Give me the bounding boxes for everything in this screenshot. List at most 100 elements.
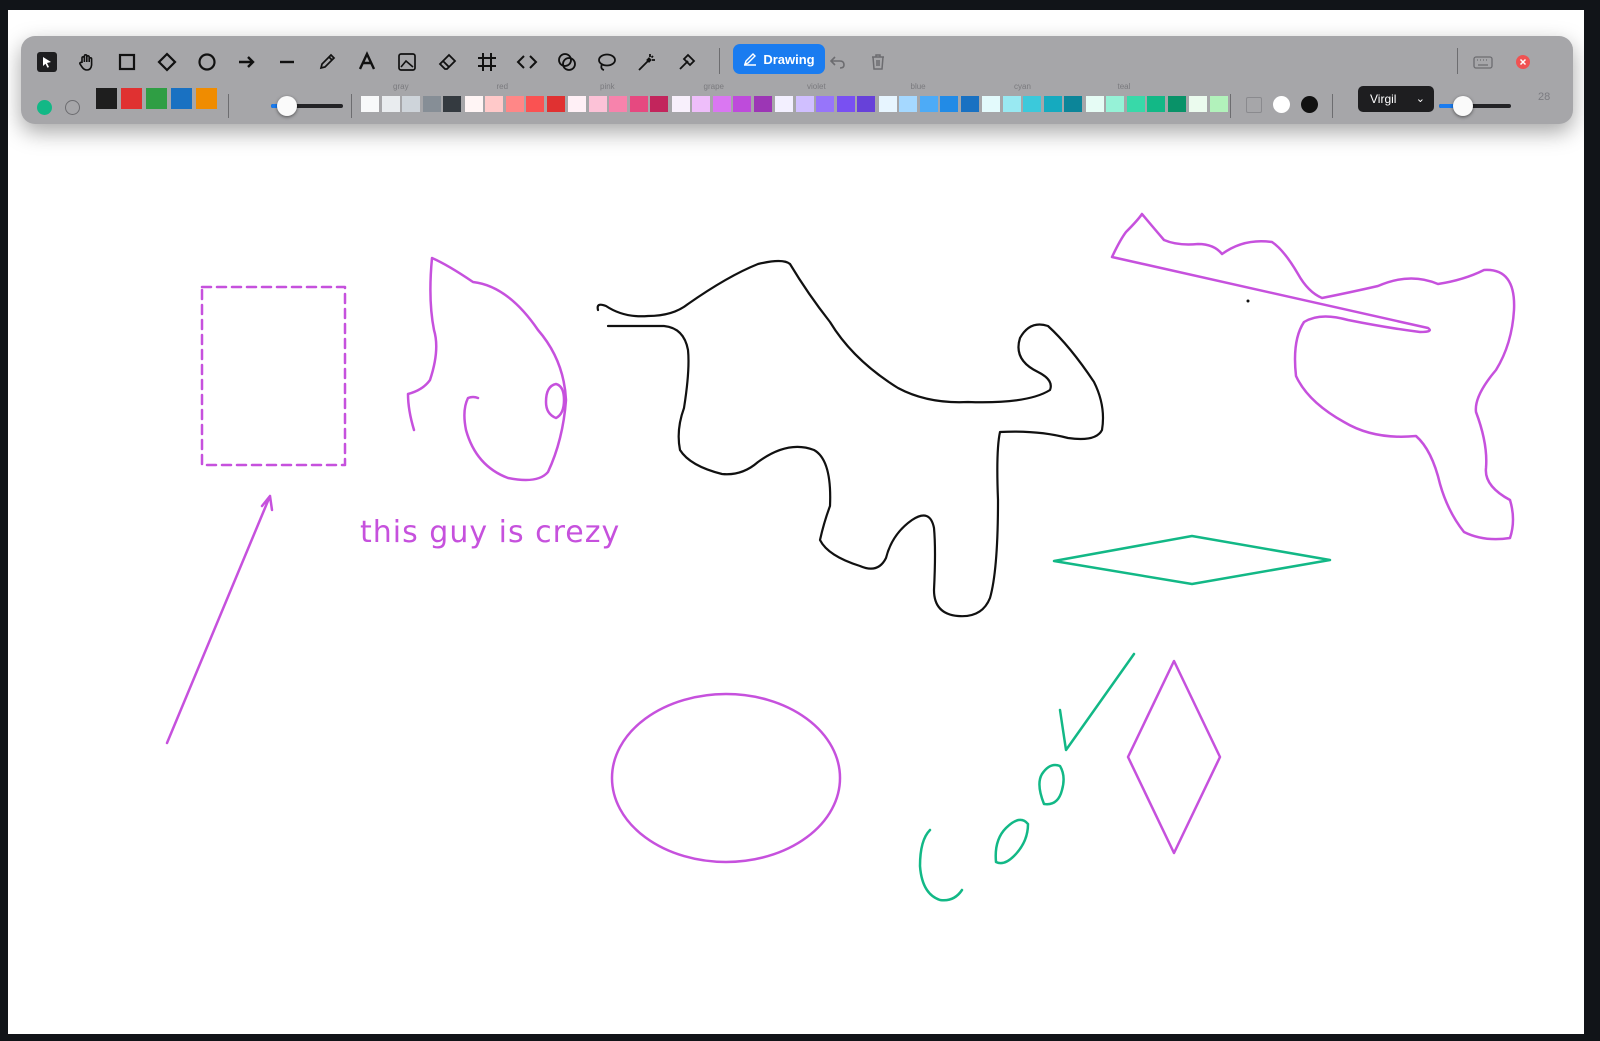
pen-icon [744, 53, 757, 66]
palette-color-swatch[interactable] [1043, 96, 1062, 112]
palette-color-swatch[interactable] [361, 96, 379, 112]
delete-button[interactable] [865, 49, 891, 75]
green-handwriting-o1[interactable] [994, 818, 1030, 865]
purple-diamond-shape[interactable] [1126, 659, 1222, 855]
freehand-blob-shape[interactable] [1110, 212, 1516, 541]
background-color-indicator[interactable] [65, 100, 80, 115]
green-diamond-shape[interactable] [1052, 534, 1332, 586]
eraser-tool-button[interactable] [434, 49, 460, 75]
palette-color-swatch[interactable] [485, 96, 503, 112]
freehand-animal-shape[interactable] [596, 259, 1105, 618]
palette-color-swatch[interactable] [1167, 96, 1186, 112]
image-tool-button[interactable] [394, 49, 420, 75]
green-handwriting-c[interactable] [918, 828, 964, 902]
fill-white-option[interactable] [1273, 96, 1290, 113]
primary-color-swatch[interactable] [96, 88, 117, 109]
drawing-canvas[interactable]: this guy is crezy [8, 10, 1584, 1034]
magic-tool-button[interactable] [634, 49, 660, 75]
palette-color-swatch[interactable] [960, 96, 979, 112]
palette-color-swatch[interactable] [526, 96, 544, 112]
fill-black-option[interactable] [1301, 96, 1318, 113]
diamond-tool-button[interactable] [154, 49, 180, 75]
palette-color-swatch[interactable] [733, 96, 751, 112]
palette-color-swatch[interactable] [671, 96, 690, 112]
palette-color-swatch[interactable] [1147, 96, 1165, 112]
palette-color-swatch[interactable] [1023, 96, 1041, 112]
primary-color-swatch[interactable] [196, 88, 217, 109]
undo-button[interactable] [825, 49, 851, 75]
primary-color-swatch[interactable] [171, 88, 192, 109]
palette-color-swatch[interactable] [464, 96, 483, 112]
palette-color-swatch[interactable] [878, 96, 897, 112]
keyboard-button[interactable] [1470, 49, 1496, 75]
palette-color-swatch[interactable] [940, 96, 958, 112]
drawing-mode-button[interactable]: Drawing [733, 44, 825, 74]
fill-none-option[interactable] [1246, 97, 1262, 113]
arrow-tool-button[interactable] [234, 49, 260, 75]
laser-icon [679, 53, 696, 70]
rectangle-tool-button[interactable] [114, 49, 140, 75]
palette-color-swatch[interactable] [1126, 96, 1145, 112]
palette-color-swatch[interactable] [568, 96, 586, 112]
palette-color-swatch[interactable] [692, 96, 710, 112]
palette-color-swatch[interactable] [443, 96, 461, 112]
palette-color-swatch[interactable] [381, 96, 400, 112]
close-icon [1516, 55, 1530, 69]
pencil-tool-button[interactable] [314, 49, 340, 75]
frame-tool-button[interactable] [474, 49, 500, 75]
palette-color-swatch[interactable] [982, 96, 1000, 112]
text-tool-button[interactable] [354, 49, 380, 75]
style-row: gray red pink grape violet blue cyan teal [21, 82, 1573, 124]
green-handwriting-o2[interactable] [1038, 763, 1065, 806]
stroke-color-indicator[interactable] [37, 100, 52, 115]
green-handwriting-check[interactable] [1058, 652, 1136, 752]
primary-color-swatch[interactable] [121, 88, 142, 109]
palette-color-swatch[interactable] [629, 96, 648, 112]
stroke-width-slider-knob[interactable] [277, 96, 297, 116]
freehand-squiggle-shape[interactable] [406, 256, 568, 482]
embed-tool-button[interactable] [514, 49, 540, 75]
palette-color-swatch[interactable] [816, 96, 834, 112]
palette-color-swatch[interactable] [1209, 96, 1228, 112]
select-tool-button[interactable] [34, 49, 60, 75]
ellipse-shape[interactable] [610, 692, 842, 864]
palette-color-swatch[interactable] [899, 96, 917, 112]
shapes-tool-button[interactable] [554, 49, 580, 75]
font-family-select[interactable]: Virgil ⌄ [1358, 86, 1434, 112]
separator [1332, 94, 1333, 118]
laser-tool-button[interactable] [674, 49, 700, 75]
hand-tool-button[interactable] [74, 49, 100, 75]
palette-color-swatch[interactable] [609, 96, 627, 112]
lasso-tool-button[interactable] [594, 49, 620, 75]
palette-color-swatch[interactable] [1064, 96, 1082, 112]
palette-color-swatch[interactable] [505, 96, 524, 112]
primary-color-swatch[interactable] [146, 88, 167, 109]
palette-group-label: red [496, 82, 509, 91]
palette-color-swatch[interactable] [753, 96, 772, 112]
palette-color-swatch[interactable] [1002, 96, 1021, 112]
palette-color-swatch[interactable] [650, 96, 668, 112]
annotation-text[interactable]: this guy is crezy [360, 515, 620, 550]
palette-color-swatch[interactable] [1106, 96, 1124, 112]
lasso-icon [598, 53, 616, 71]
palette-color-swatch[interactable] [919, 96, 938, 112]
font-size-slider-knob[interactable] [1453, 96, 1473, 116]
palette-color-swatch[interactable] [857, 96, 875, 112]
palette-color-swatch[interactable] [1189, 96, 1207, 112]
palette-color-swatch[interactable] [422, 96, 441, 112]
palette-color-swatch[interactable] [402, 96, 420, 112]
dashed-rectangle-shape[interactable] [200, 285, 347, 467]
line-tool-button[interactable] [274, 49, 300, 75]
freehand-loop-shape[interactable] [544, 382, 566, 420]
arrow-shape[interactable] [165, 494, 274, 745]
palette-color-swatch[interactable] [546, 96, 565, 112]
eraser-icon [438, 53, 457, 70]
ellipse-tool-button[interactable] [194, 49, 220, 75]
palette-color-swatch[interactable] [712, 96, 731, 112]
palette-color-swatch[interactable] [836, 96, 855, 112]
palette-color-swatch[interactable] [588, 96, 607, 112]
palette-color-swatch[interactable] [795, 96, 814, 112]
palette-color-swatch[interactable] [1085, 96, 1104, 112]
close-button[interactable] [1510, 49, 1536, 75]
palette-color-swatch[interactable] [775, 96, 793, 112]
